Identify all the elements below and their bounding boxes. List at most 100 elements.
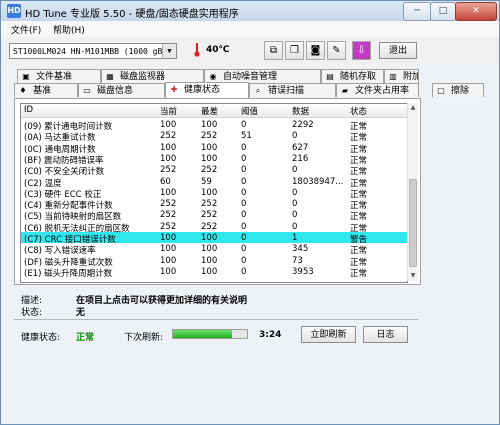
menu-help[interactable]: 帮助(H) — [53, 23, 85, 36]
next-refresh-label: 下次刷新: — [124, 333, 164, 343]
attr-id: (E1) 磁头升降周期计数 — [24, 268, 113, 279]
drive-select-value: ST1000LM024 HN-M101MBB (1000 gB) — [13, 47, 168, 56]
scroll-down-icon[interactable]: ▼ — [408, 271, 418, 281]
tab-error-scan[interactable]: ⌕ 错误扫描 — [249, 83, 336, 97]
minimize-button[interactable]: ─ — [403, 2, 431, 21]
header-id[interactable]: ID — [24, 105, 33, 115]
attr-threshold: 0 — [241, 187, 247, 198]
attr-current: 60 — [160, 176, 171, 187]
table-row[interactable]: (C2) 温度 60 59 0 18038947... 正常 — [21, 176, 407, 189]
description-value: 在项目上点击可以获得更加详细的有关说明 — [76, 296, 248, 306]
app-window: HD HD Tune 专业版 5.50 - 硬盘/固态硬盘实用程序 ─ □ ✕ … — [0, 0, 500, 425]
attr-threshold: 0 — [241, 210, 247, 221]
attr-threshold: 0 — [241, 120, 247, 130]
attr-data: 3953 — [292, 266, 314, 277]
table-row-warning[interactable]: (C7) CRC 接口错误计数 100 100 0 1 警告 — [21, 232, 407, 245]
table-row[interactable]: (C3) 硬件 ECC 校正 100 100 0 0 正常 — [21, 187, 407, 200]
options-icon[interactable]: ✎ — [327, 41, 346, 60]
attr-threshold: 0 — [241, 255, 247, 266]
header-current[interactable]: 当前 — [160, 105, 177, 117]
list-scrollbar[interactable]: ▲ ▼ — [407, 103, 418, 281]
table-row[interactable]: (0A) 马达重试计数 252 252 51 0 正常 — [21, 130, 407, 143]
maximize-button[interactable]: □ — [430, 2, 456, 21]
hdtune-app-icon: HD — [7, 4, 21, 18]
copy-info-icon[interactable]: ❐ — [285, 41, 304, 60]
table-row[interactable]: (09) 累计通电时间计数 100 100 0 2292 正常 — [21, 119, 407, 132]
header-data[interactable]: 数据 — [292, 105, 309, 117]
attr-worst: 100 — [201, 244, 218, 255]
attr-current: 100 — [160, 153, 177, 164]
exit-button[interactable]: 退出 — [379, 42, 417, 59]
noise-management-icon: ◉ — [209, 72, 217, 81]
attr-current: 252 — [160, 221, 177, 232]
attr-current: 100 — [160, 244, 177, 255]
attr-threshold: 0 — [241, 266, 247, 277]
tab-extra-tests[interactable]: ▥ 附加测试 — [384, 69, 419, 83]
tab-disk-monitor[interactable]: ▦ 磁盘监视器 — [101, 69, 204, 83]
attr-current: 252 — [160, 165, 177, 176]
tab-erase[interactable]: ▢ 擦除 — [432, 83, 484, 97]
download-icon[interactable]: ⇩ — [352, 41, 371, 60]
attr-current: 100 — [160, 187, 177, 198]
attr-current: 100 — [160, 120, 177, 130]
tab-health[interactable]: ✚ 健康状态 — [165, 82, 249, 98]
health-status-label: 健康状态: — [21, 333, 61, 343]
attr-worst: 252 — [201, 210, 218, 221]
attr-threshold: 0 — [241, 176, 247, 187]
refresh-now-button[interactable]: 立即刷新 — [301, 326, 356, 343]
header-threshold[interactable]: 阈值 — [241, 105, 258, 117]
tab-row-bottom: ♦ 基准 ▭ 磁盘信息 ✚ 健康状态 ⌕ 错误扫描 ▰ 文件夹占用率 — [14, 82, 419, 98]
attr-threshold: 0 — [241, 165, 247, 176]
attr-worst: 100 — [201, 153, 218, 164]
tab-benchmark[interactable]: ♦ 基准 — [14, 83, 78, 97]
table-row[interactable]: (BF) 震动防碍错误率 100 100 0 216 正常 — [21, 153, 407, 166]
extra-tests-icon: ▥ — [389, 72, 397, 81]
scroll-thumb[interactable] — [409, 179, 417, 267]
table-row[interactable]: (E1) 磁头升降周期计数 100 100 0 3953 正常 — [21, 266, 407, 279]
close-button[interactable]: ✕ — [455, 2, 497, 21]
table-row[interactable]: (C8) 写入错误速率 100 100 0 345 正常 — [21, 243, 407, 256]
attr-current: 100 — [160, 142, 177, 153]
table-row[interactable]: (C6) 脱机无法纠正的扇区数 252 252 0 0 正常 — [21, 221, 407, 234]
attr-data: 2292 — [292, 120, 314, 130]
copy-icon[interactable]: ⧉ — [264, 41, 283, 60]
smart-attribute-list[interactable]: ID 当前 最差 阈值 数据 状态 (09) 累计通电时间计数 100 100 0 22… — [20, 103, 408, 283]
attr-worst: 100 — [201, 255, 218, 266]
erase-icon: ▢ — [437, 86, 445, 95]
menu-file[interactable]: 文件(F) — [11, 23, 41, 36]
title-bar[interactable]: HD HD Tune 专业版 5.50 - 硬盘/固态硬盘实用程序 ─ □ ✕ — [1, 1, 499, 21]
table-row[interactable]: (C5) 当前待映射的扇区数 252 252 0 0 正常 — [21, 209, 407, 222]
attr-worst: 252 — [201, 165, 218, 176]
scroll-up-icon[interactable]: ▲ — [408, 103, 418, 113]
log-button[interactable]: 日志 — [363, 326, 408, 343]
drive-select[interactable]: ST1000LM024 HN-M101MBB (1000 gB) ▼ — [9, 43, 177, 59]
attr-worst: 100 — [201, 187, 218, 198]
tab-folder-usage[interactable]: ▰ 文件夹占用率 — [336, 83, 419, 97]
attr-threshold: 0 — [241, 199, 247, 210]
tab-file-benchmark[interactable]: ▣ 文件基准 — [17, 69, 101, 83]
attr-data: 0 — [292, 199, 298, 210]
table-row[interactable]: (DF) 磁头升降重试次数 100 100 0 73 正常 — [21, 255, 407, 268]
status-label: 状态: — [21, 308, 43, 318]
header-status[interactable]: 状态 — [350, 105, 367, 117]
temperature-value: 40℃ — [206, 45, 230, 55]
random-access-icon: ▤ — [326, 72, 334, 81]
attr-worst: 100 — [201, 266, 218, 277]
attr-threshold: 51 — [241, 131, 252, 142]
attr-worst: 100 — [201, 120, 218, 130]
camera-icon[interactable]: ◙ — [306, 41, 325, 60]
chevron-down-icon[interactable]: ▼ — [162, 44, 176, 58]
header-worst[interactable]: 最差 — [201, 105, 218, 117]
table-row[interactable]: (C0) 不安全关闭计数 252 252 0 0 正常 — [21, 164, 407, 177]
table-row[interactable]: (C4) 重新分配事件计数 252 252 0 0 正常 — [21, 198, 407, 211]
attr-threshold: 0 — [241, 221, 247, 232]
table-row[interactable]: (0C) 通电周期计数 100 100 0 627 正常 — [21, 142, 407, 155]
attr-data: 0 — [292, 131, 298, 142]
tab-noise-management[interactable]: ◉ 自动噪音管理 — [204, 69, 321, 83]
tab-disk-info[interactable]: ▭ 磁盘信息 — [78, 83, 165, 97]
folder-usage-icon: ▰ — [341, 86, 349, 95]
attr-data: 216 — [292, 153, 309, 164]
attr-worst: 100 — [201, 142, 218, 153]
thermometer-icon — [194, 43, 200, 57]
tab-random-access[interactable]: ▤ 随机存取 — [321, 69, 384, 83]
